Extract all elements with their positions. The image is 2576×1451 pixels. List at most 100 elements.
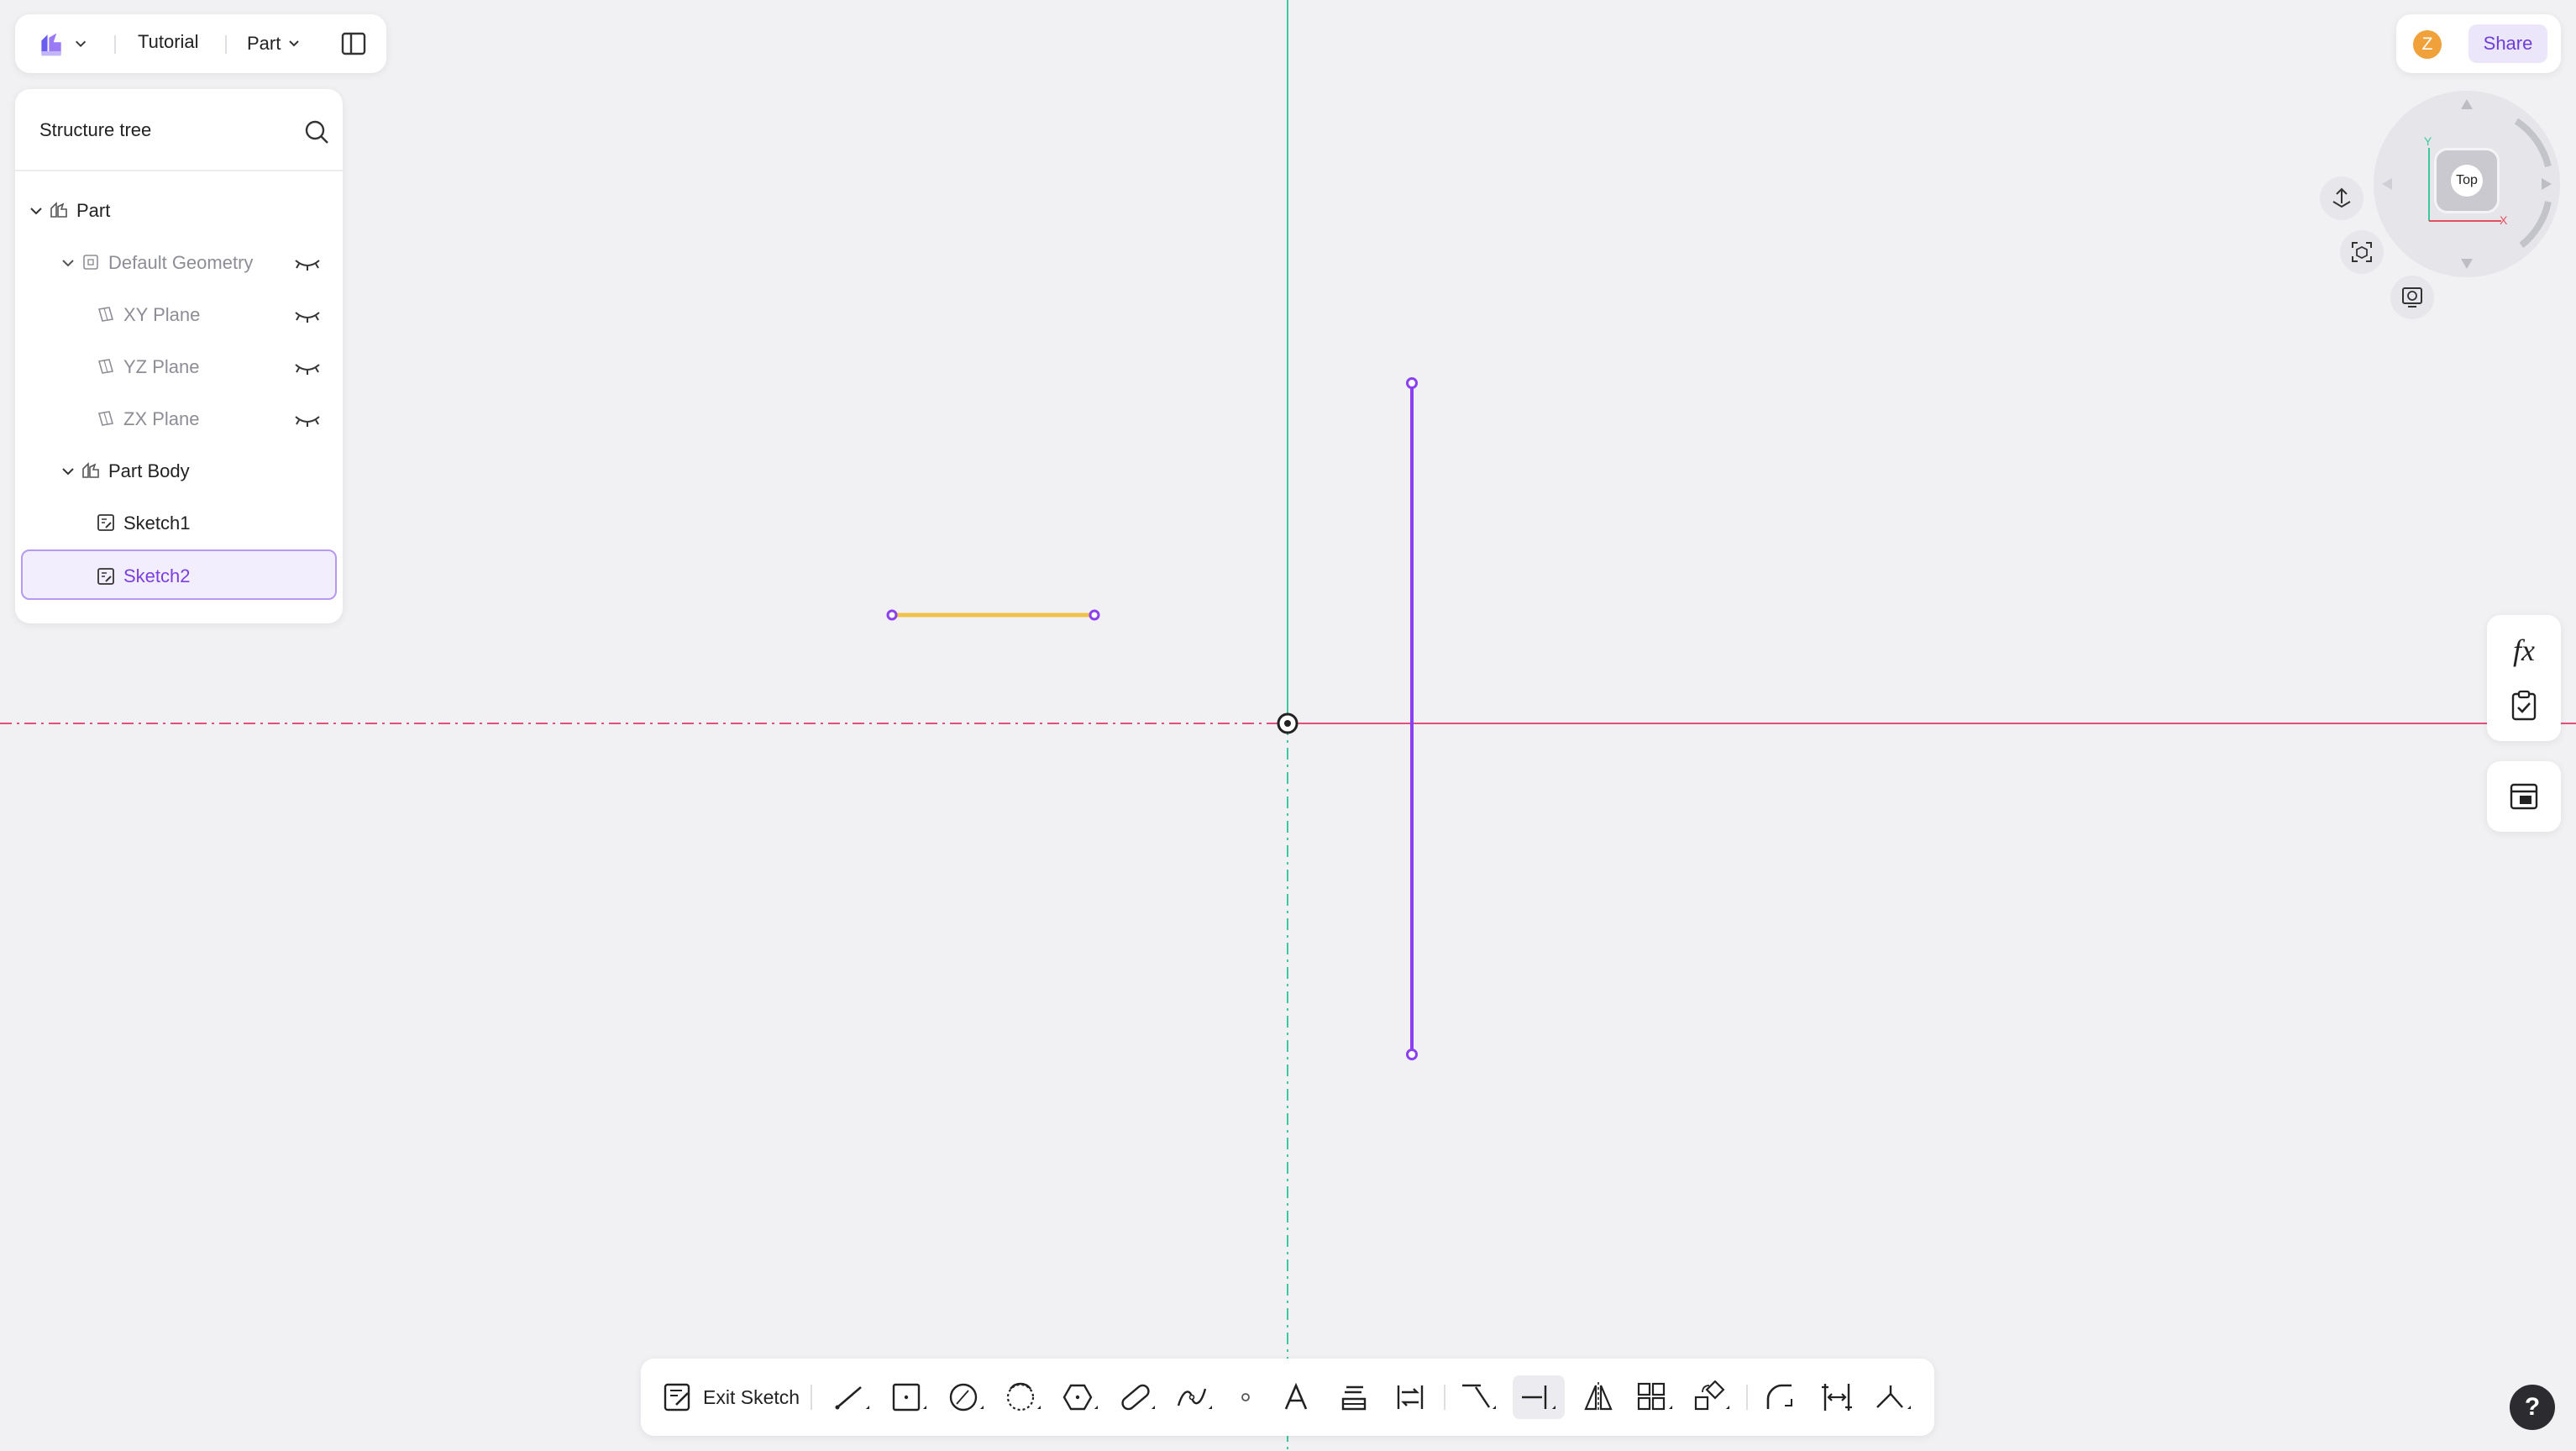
clipboard-check-icon xyxy=(2511,690,2537,721)
split-icon xyxy=(1522,1385,1556,1409)
checklist-button[interactable] xyxy=(2505,687,2542,724)
tree-item-label: YZ Plane xyxy=(123,356,200,377)
breadcrumb-project[interactable]: Tutorial xyxy=(138,31,199,53)
eye-closed-icon[interactable] xyxy=(292,410,323,428)
plane-icon xyxy=(97,411,114,426)
share-button[interactable]: Share xyxy=(2468,24,2547,63)
pattern-tool-button[interactable] xyxy=(1632,1375,1679,1419)
formula-button[interactable]: fx xyxy=(2505,632,2542,669)
help-button[interactable]: ? xyxy=(2510,1385,2555,1430)
circle-tool-button[interactable] xyxy=(943,1375,990,1419)
chevron-down-icon[interactable] xyxy=(60,464,76,479)
body-icon xyxy=(82,462,99,478)
offset-icon xyxy=(1397,1385,1424,1409)
split-tool-button[interactable] xyxy=(1513,1375,1565,1419)
exit-sketch-button[interactable]: Exit Sketch xyxy=(663,1375,800,1419)
sketch-icon xyxy=(97,514,114,531)
tree-item-yz-plane[interactable]: YZ Plane xyxy=(15,341,343,393)
tree-item-sketch1[interactable]: Sketch1 xyxy=(15,497,343,549)
view-cube-label: Top xyxy=(2451,165,2483,197)
trim-tool-button[interactable] xyxy=(1456,1375,1503,1419)
chevron-down-icon[interactable] xyxy=(60,255,76,271)
trim-icon xyxy=(1462,1384,1496,1409)
constraint-tool-button[interactable] xyxy=(1870,1375,1918,1419)
tree-item-label: Default Geometry xyxy=(108,252,254,273)
tree-item-sketch2[interactable]: Sketch2 xyxy=(21,549,337,600)
app-logo-icon xyxy=(41,33,61,56)
eye-closed-icon[interactable] xyxy=(292,254,323,272)
spline-tool-button[interactable] xyxy=(1172,1375,1219,1419)
dimension-icon xyxy=(1822,1384,1852,1411)
user-avatar[interactable]: Z xyxy=(2413,30,2442,59)
transform-icon xyxy=(1694,1380,1729,1411)
exit-sketch-label: Exit Sketch xyxy=(703,1385,800,1408)
eye-closed-icon[interactable] xyxy=(292,358,323,376)
view-cube-top-face[interactable]: Top xyxy=(2434,148,2500,213)
fit-view-icon xyxy=(2352,242,2372,262)
transform-tool-button[interactable] xyxy=(1689,1375,1736,1419)
point-icon xyxy=(1241,1393,1250,1401)
arc-icon xyxy=(1006,1382,1041,1412)
tree-item-label: XY Plane xyxy=(123,304,201,325)
app-menu-button[interactable] xyxy=(37,26,87,61)
toolbar-divider xyxy=(1444,1385,1445,1410)
sketch-icon xyxy=(97,568,114,585)
sketch-line-horizontal[interactable] xyxy=(886,609,1100,621)
text-tool-button[interactable] xyxy=(1272,1375,1319,1419)
project-icon xyxy=(1341,1385,1367,1411)
toggle-panel-button[interactable] xyxy=(338,28,370,60)
line-tool-button[interactable] xyxy=(829,1375,876,1419)
tree-item-xy-plane[interactable]: XY Plane xyxy=(15,289,343,341)
text-icon xyxy=(1284,1382,1308,1410)
spline-icon xyxy=(1177,1388,1212,1409)
axis-x-label: X xyxy=(2500,213,2508,227)
point-tool-button[interactable] xyxy=(1229,1375,1262,1419)
rectangle-tool-button[interactable] xyxy=(886,1375,933,1419)
function-icon: fx xyxy=(2513,633,2535,667)
polygon-icon xyxy=(1062,1384,1098,1411)
display-mode-button[interactable] xyxy=(2390,276,2434,319)
polygon-tool-button[interactable] xyxy=(1057,1375,1104,1419)
geometry-folder-icon xyxy=(83,255,98,270)
part-dropdown[interactable]: Part xyxy=(247,29,301,58)
right-tools-panel: fx xyxy=(2487,615,2561,741)
project-tool-button[interactable] xyxy=(1330,1375,1377,1419)
plane-icon xyxy=(97,359,114,374)
structure-tree-panel: Structure tree Part Default Geometry XY … xyxy=(15,89,343,623)
tree-item-label: ZX Plane xyxy=(123,408,200,429)
axis-y-label: Y xyxy=(2424,134,2432,148)
breadcrumb-type: Part xyxy=(247,33,281,54)
display-mode-icon xyxy=(2402,287,2422,308)
offset-tool-button[interactable] xyxy=(1387,1375,1434,1419)
view-cube-widget[interactable]: Y X Top xyxy=(2374,91,2560,277)
sketch-line-vertical[interactable] xyxy=(1406,377,1418,1060)
eye-closed-icon[interactable] xyxy=(292,306,323,324)
tree-item-label: Sketch1 xyxy=(123,513,191,534)
fillet-tool-button[interactable] xyxy=(1756,1375,1803,1419)
tree-item-part[interactable]: Part xyxy=(15,185,343,237)
mirror-icon xyxy=(1584,1382,1613,1412)
header-divider xyxy=(114,35,116,54)
tree-item-part-body[interactable]: Part Body xyxy=(15,445,343,497)
sketch-canvas[interactable] xyxy=(0,0,2576,1451)
tree-item-default-geometry[interactable]: Default Geometry xyxy=(15,237,343,289)
panel-divider xyxy=(15,170,343,171)
arc-tool-button[interactable] xyxy=(1000,1375,1047,1419)
tree-item-zx-plane[interactable]: ZX Plane xyxy=(15,393,343,445)
structure-tree-title: Structure tree xyxy=(39,119,152,140)
rectangle-icon xyxy=(892,1383,926,1412)
fillet-icon xyxy=(1766,1384,1792,1409)
exit-sketch-icon xyxy=(664,1383,690,1412)
mirror-tool-button[interactable] xyxy=(1575,1375,1622,1419)
split-panel-icon xyxy=(341,32,366,55)
search-icon[interactable] xyxy=(302,118,331,146)
home-view-button[interactable] xyxy=(2320,176,2364,220)
inspector-button[interactable] xyxy=(2505,778,2542,815)
collaboration-panel: Z Share xyxy=(2396,14,2561,73)
origin-point[interactable] xyxy=(1277,712,1298,734)
line-icon xyxy=(835,1386,869,1410)
chevron-down-icon[interactable] xyxy=(29,203,44,218)
slot-tool-button[interactable] xyxy=(1115,1375,1162,1419)
fit-view-button[interactable] xyxy=(2340,230,2384,274)
dimension-tool-button[interactable] xyxy=(1813,1375,1860,1419)
